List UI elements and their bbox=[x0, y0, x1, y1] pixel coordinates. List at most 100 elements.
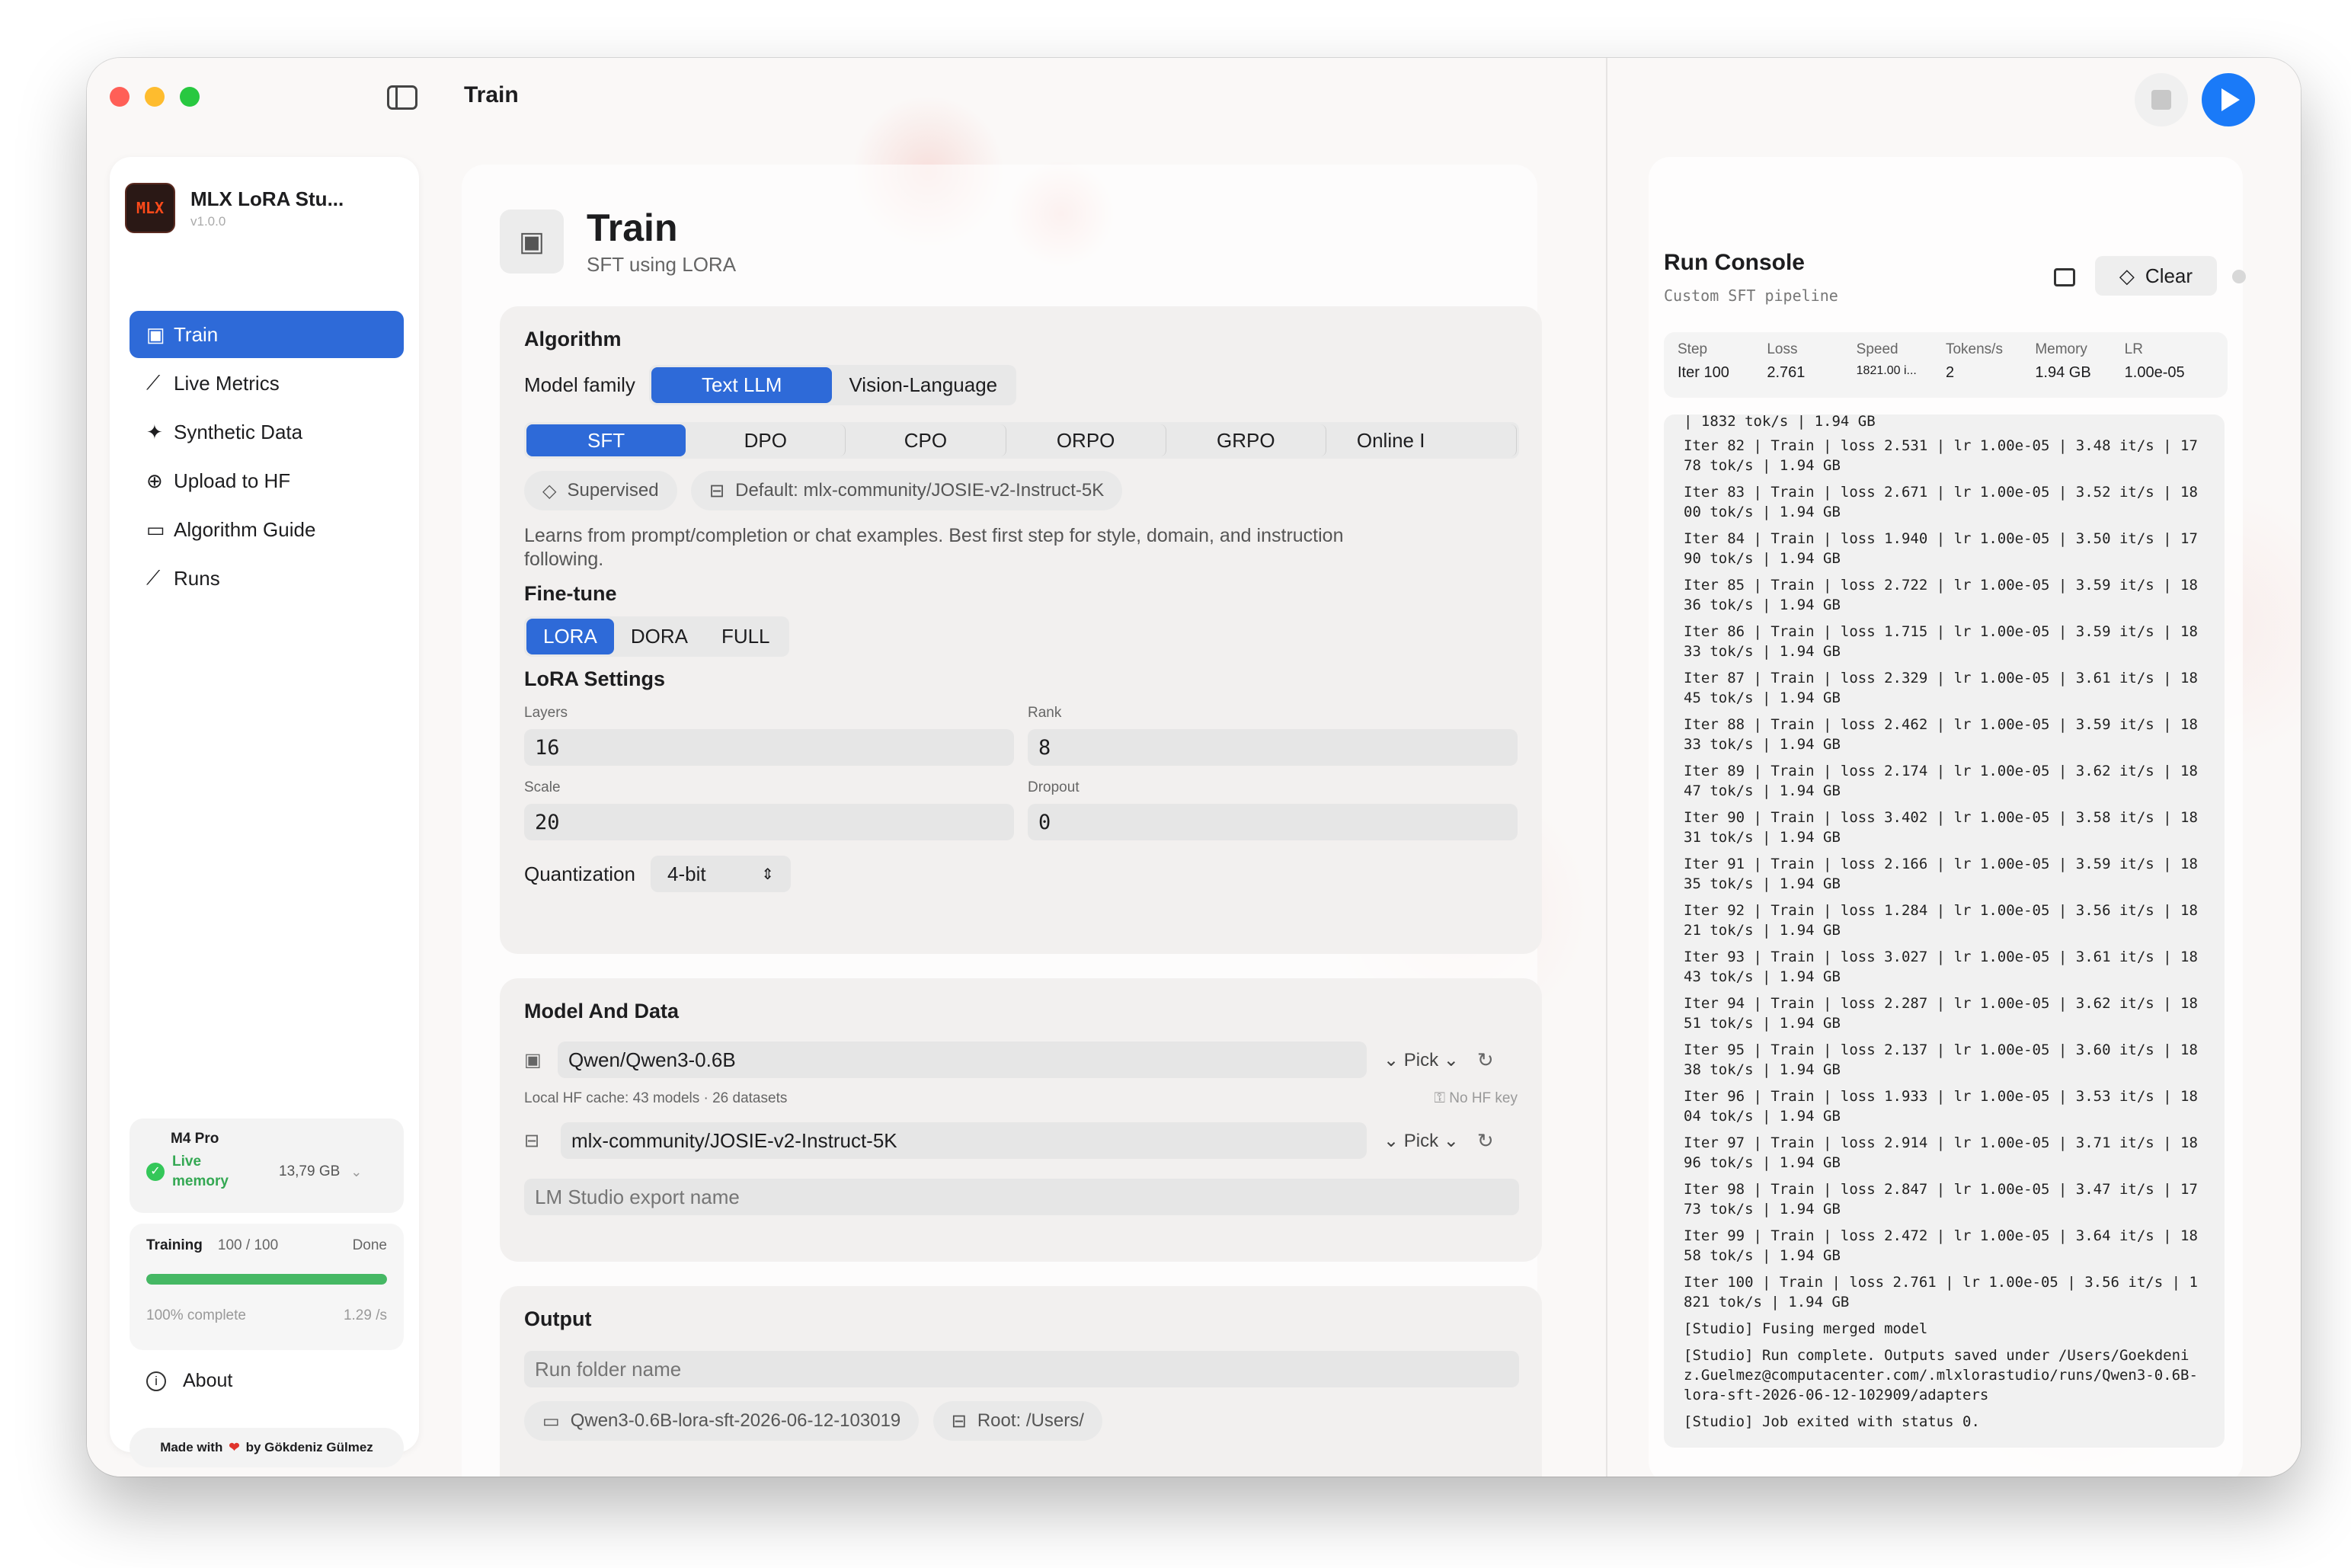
log-line: Iter 98 | Train | loss 2.847 | lr 1.00e-… bbox=[1684, 1181, 2198, 1218]
finetune-full[interactable]: FULL bbox=[705, 619, 787, 654]
log-line: Iter 83 | Train | loss 2.671 | lr 1.00e-… bbox=[1684, 484, 2198, 520]
output-section: Output ▭ Qwen3-0.6B-lora-sft-2026-06-12-1… bbox=[500, 1286, 1542, 1477]
status-dot bbox=[2232, 270, 2246, 283]
quantization-select[interactable]: 4-bit ⇕ bbox=[650, 856, 791, 892]
book-icon: ▭ bbox=[146, 517, 165, 541]
layers-field[interactable]: 16 bbox=[524, 729, 1014, 766]
sidebar-item-label: Train bbox=[174, 322, 219, 346]
training-label: Training bbox=[146, 1237, 203, 1253]
run-button[interactable] bbox=[2202, 73, 2255, 126]
log-line: Iter 85 | Train | loss 2.722 | lr 1.00e-… bbox=[1684, 577, 2198, 613]
dropout-label: Dropout bbox=[1028, 779, 1080, 795]
app-logo: MLX bbox=[125, 183, 175, 233]
layout-toggle-icon[interactable] bbox=[2054, 268, 2075, 286]
dataset-field[interactable]: mlx-community/JOSIE-v2-Instruct-5K bbox=[561, 1122, 1367, 1159]
finetune-dora[interactable]: DORA bbox=[614, 619, 705, 654]
log-line: Iter 86 | Train | loss 1.715 | lr 1.00e-… bbox=[1684, 623, 2198, 660]
log-line: Iter 95 | Train | loss 2.137 | lr 1.00e-… bbox=[1684, 1042, 2198, 1078]
sidebar-item-live-metrics[interactable]: ⟋ Live Metrics bbox=[130, 360, 404, 407]
log-line: Iter 100 | Train | loss 2.761 | lr 1.00e… bbox=[1684, 1274, 2198, 1310]
log-line: [Studio] Job exited with status 0. bbox=[1684, 1413, 1980, 1430]
family-vision-language[interactable]: Vision-Language bbox=[832, 367, 1014, 403]
algo-online[interactable]: Online I bbox=[1326, 424, 1518, 456]
default-dataset-label: Default: mlx-community/JOSIE-v2-Instruct… bbox=[735, 480, 1105, 501]
metric-label: Tokens/s bbox=[1945, 341, 2003, 357]
page-title: Train bbox=[587, 206, 678, 249]
log-line: Iter 87 | Train | loss 2.329 | lr 1.00e-… bbox=[1684, 670, 2198, 706]
upload-circle-icon: ⊕ bbox=[146, 469, 163, 492]
algorithm-description: Learns from prompt/completion or chat ex… bbox=[524, 525, 1344, 570]
log-line: Iter 84 | Train | loss 1.940 | lr 1.00e-… bbox=[1684, 530, 2198, 567]
algo-orpo[interactable]: ORPO bbox=[1006, 424, 1166, 456]
system-memory-card[interactable]: M4 Pro ✓ Live memory 13,79 GB ⌄ bbox=[130, 1118, 404, 1213]
algo-grpo[interactable]: GRPO bbox=[1166, 424, 1326, 456]
family-text-llm[interactable]: Text LLM bbox=[651, 367, 833, 403]
model-family-selector: Text LLM Vision-Language bbox=[648, 365, 1017, 405]
sidebar-item-algorithm-guide[interactable]: ▭ Algorithm Guide bbox=[130, 506, 404, 553]
training-count: 100 / 100 bbox=[217, 1237, 279, 1253]
algo-sft[interactable]: SFT bbox=[526, 424, 686, 456]
clear-button[interactable]: ◇ Clear bbox=[2095, 256, 2217, 296]
play-icon bbox=[2221, 88, 2240, 111]
algo-cpo[interactable]: CPO bbox=[846, 424, 1006, 456]
about-button[interactable]: i About bbox=[146, 1370, 232, 1392]
training-rate: 1.29 /s bbox=[343, 1307, 387, 1323]
rank-label: Rank bbox=[1028, 705, 1062, 721]
run-folder-input[interactable] bbox=[524, 1351, 1519, 1387]
supervised-tag-label: Supervised bbox=[567, 480, 659, 501]
sidebar-item-label: Algorithm Guide bbox=[174, 517, 316, 541]
updown-chevron-icon: ⇕ bbox=[761, 866, 774, 883]
algorithm-section: Algorithm Model family Text LLM Vision-L… bbox=[500, 306, 1542, 954]
metric-label: Memory bbox=[2035, 341, 2087, 357]
lmstudio-export-input[interactable] bbox=[524, 1179, 1519, 1215]
log-line: [Studio] Run complete. Outputs saved und… bbox=[1684, 1347, 2198, 1403]
app-version: v1.0.0 bbox=[190, 213, 226, 229]
quantization-label: Quantization bbox=[524, 862, 635, 885]
sidebar-item-train[interactable]: ▣ Train bbox=[130, 311, 404, 358]
scale-field[interactable]: 20 bbox=[524, 804, 1014, 840]
model-data-section: Model And Data ▣ Qwen/Qwen3-0.6B ⌄ Pick … bbox=[500, 978, 1542, 1262]
sidebar-item-synthetic-data[interactable]: ✦ Synthetic Data bbox=[130, 408, 404, 456]
chevron-down-icon: ⌄ bbox=[350, 1163, 363, 1179]
algo-dpo[interactable]: DPO bbox=[686, 424, 846, 456]
metric-value: 1.94 GB bbox=[2035, 364, 2091, 381]
model-data-title: Model And Data bbox=[524, 1000, 680, 1022]
log-line: Iter 89 | Train | loss 2.174 | lr 1.00e-… bbox=[1684, 763, 2198, 799]
default-dataset-tag: ⊟ Default: mlx-community/JOSIE-v2-Instruc… bbox=[691, 471, 1123, 510]
refresh-icon[interactable]: ↻ bbox=[1477, 1048, 1494, 1072]
output-folder-tag: ▭ Qwen3-0.6B-lora-sft-2026-06-12-103019 bbox=[524, 1401, 920, 1441]
chip-icon: ▣ bbox=[500, 209, 564, 274]
sidebar-item-label: Synthetic Data bbox=[174, 420, 303, 443]
eraser-icon: ◇ bbox=[2119, 264, 2135, 287]
sidebar-item-upload-to-hf[interactable]: ⊕ Upload to HF bbox=[130, 457, 404, 504]
zoom-window-button[interactable] bbox=[180, 87, 200, 107]
rank-field[interactable]: 8 bbox=[1028, 729, 1518, 766]
metric-value: 1821.00 i... bbox=[1856, 364, 1917, 377]
metric-speed: Speed 1821.00 i... bbox=[1857, 341, 1946, 389]
log-line: Iter 92 | Train | loss 1.284 | lr 1.00e-… bbox=[1684, 902, 2198, 939]
close-window-button[interactable] bbox=[110, 87, 130, 107]
model-family-label: Model family bbox=[524, 373, 635, 396]
metric-loss: Loss 2.761 bbox=[1767, 341, 1856, 389]
training-progress-bar bbox=[146, 1274, 387, 1285]
output-root-tag: ⊟ Root: /Users/ bbox=[932, 1401, 1102, 1441]
sidebar-toggle-icon[interactable] bbox=[387, 85, 417, 110]
metric-label: LR bbox=[2124, 341, 2143, 357]
refresh-icon[interactable]: ↻ bbox=[1477, 1129, 1494, 1153]
model-pick-button[interactable]: ⌄ Pick ⌄ bbox=[1383, 1049, 1459, 1071]
finetune-lora[interactable]: LORA bbox=[526, 619, 614, 654]
console-title: Run Console bbox=[1664, 250, 1805, 275]
made-with-author: by Gökdeniz Gülmez bbox=[245, 1440, 373, 1454]
about-label: About bbox=[183, 1370, 233, 1391]
model-field[interactable]: Qwen/Qwen3-0.6B bbox=[558, 1042, 1367, 1078]
minimize-window-button[interactable] bbox=[145, 87, 165, 107]
metric-value: Iter 100 bbox=[1678, 364, 1729, 381]
stop-button[interactable] bbox=[2135, 73, 2188, 126]
sidebar-item-runs[interactable]: ⟋ Runs bbox=[130, 555, 404, 602]
console-log[interactable]: | 1832 tok/s | 1.94 GB Iter 82 | Train |… bbox=[1664, 414, 2225, 1448]
dataset-pick-button[interactable]: ⌄ Pick ⌄ bbox=[1383, 1130, 1459, 1152]
log-line: [Studio] Fusing merged model bbox=[1684, 1320, 1928, 1337]
made-with-badge: Made with ❤ by Gökdeniz Gülmez bbox=[130, 1428, 404, 1467]
dropout-field[interactable]: 0 bbox=[1028, 804, 1518, 840]
layers-label: Layers bbox=[524, 705, 568, 721]
